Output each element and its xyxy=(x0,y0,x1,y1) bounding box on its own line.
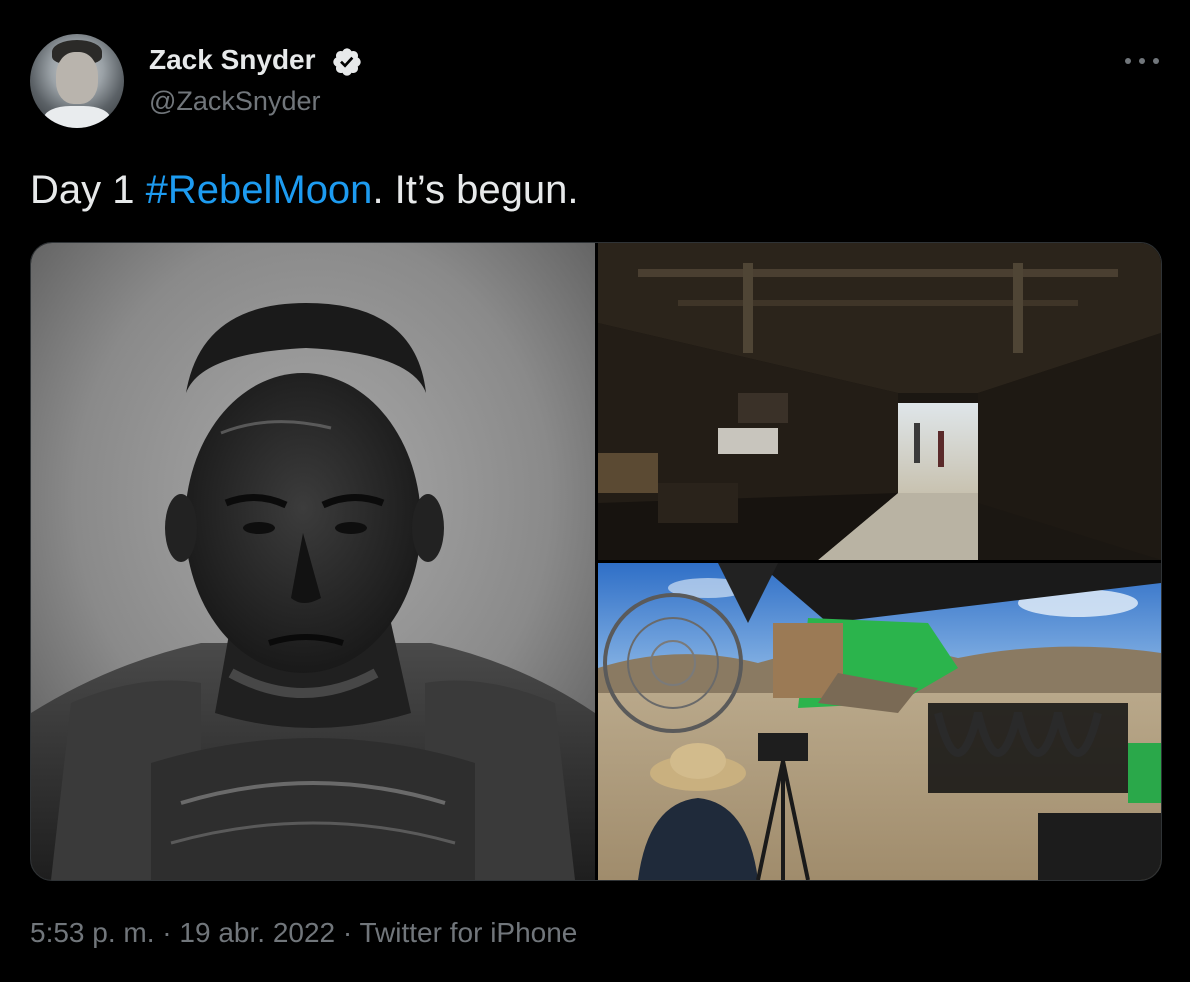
film-set-photo[interactable] xyxy=(598,563,1161,880)
avatar-shirt xyxy=(44,106,110,128)
tweet-meta: 5:53 p. m. · 19 abr. 2022 · Twitter for … xyxy=(30,914,577,952)
more-dot-icon xyxy=(1139,58,1145,64)
tweet-text-after: . It’s begun. xyxy=(372,168,579,212)
more-options-button[interactable] xyxy=(1125,46,1159,76)
hashtag-link[interactable]: #RebelMoon xyxy=(146,168,373,212)
meta-separator: · xyxy=(335,917,360,948)
author-name[interactable]: Zack Snyder xyxy=(149,42,316,78)
tweet-time-link[interactable]: 5:53 p. m. xyxy=(30,917,155,948)
more-dot-icon xyxy=(1153,58,1159,64)
meta-separator: · xyxy=(154,917,180,948)
verified-badge-icon xyxy=(333,48,361,76)
more-dot-icon xyxy=(1125,58,1131,64)
author-handle[interactable]: @ZackSnyder xyxy=(149,84,320,118)
ship-interior-photo[interactable] xyxy=(598,243,1161,560)
tweet-text: Day 1 #RebelMoon. It’s begun. xyxy=(30,165,579,215)
tweet-text-before: Day 1 xyxy=(30,168,146,212)
tweet-date-link[interactable]: 19 abr. 2022 xyxy=(179,917,335,948)
portrait-photo[interactable] xyxy=(31,243,595,880)
avatar-face xyxy=(56,52,98,104)
author-avatar[interactable] xyxy=(30,34,124,128)
media-grid xyxy=(30,242,1162,881)
tweet-source-link[interactable]: Twitter for iPhone xyxy=(360,917,578,948)
